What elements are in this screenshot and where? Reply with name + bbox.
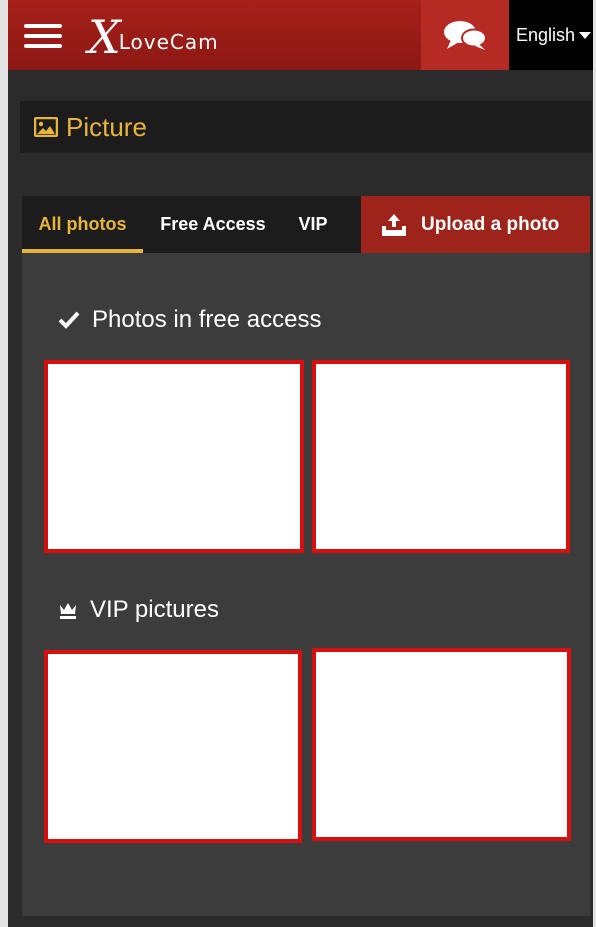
- free-access-title: Photos in free access: [92, 306, 322, 333]
- image-icon: [34, 117, 58, 137]
- chat-bubbles-icon: [444, 21, 487, 50]
- hamburger-menu-icon[interactable]: [24, 24, 62, 48]
- logo-text: LoveCam: [118, 30, 219, 54]
- tab-all-photos[interactable]: All photos: [22, 196, 143, 253]
- tab-label: VIP: [298, 214, 328, 234]
- tab-label: All photos: [38, 214, 127, 234]
- free-photo-2[interactable]: [312, 360, 570, 553]
- tab-vip[interactable]: VIP: [288, 196, 338, 253]
- vip-photo-2[interactable]: [312, 648, 571, 841]
- upload-icon: [382, 213, 406, 236]
- picture-header: Picture: [20, 101, 592, 153]
- upload-photo-button[interactable]: Upload a photo: [361, 196, 590, 253]
- upload-label: Upload a photo: [421, 213, 560, 235]
- photos-panel: All photos Free Access VIP Upload a phot…: [22, 196, 590, 916]
- tab-label: Free Access: [160, 214, 266, 234]
- free-access-heading: Photos in free access: [58, 306, 321, 334]
- page-title: Picture: [66, 111, 147, 142]
- chat-button[interactable]: [421, 0, 509, 70]
- vip-photo-1[interactable]: [44, 650, 302, 843]
- active-tab-indicator: [22, 249, 143, 253]
- left-gutter: [0, 0, 8, 927]
- crown-icon: [60, 603, 76, 619]
- language-selector[interactable]: English: [509, 0, 593, 70]
- logo-initial: X: [88, 10, 121, 64]
- checkmark-icon: [58, 311, 80, 329]
- vip-title: VIP pictures: [90, 596, 219, 623]
- caret-down-icon: [579, 31, 592, 39]
- vip-heading: VIP pictures: [58, 596, 219, 624]
- photo-tabs: All photos Free Access VIP Upload a phot…: [22, 196, 590, 253]
- xlovecam-logo[interactable]: X LoveCam: [88, 8, 219, 60]
- tab-free-access[interactable]: Free Access: [150, 196, 276, 253]
- language-label: English: [516, 24, 576, 45]
- free-photo-1[interactable]: [44, 360, 304, 553]
